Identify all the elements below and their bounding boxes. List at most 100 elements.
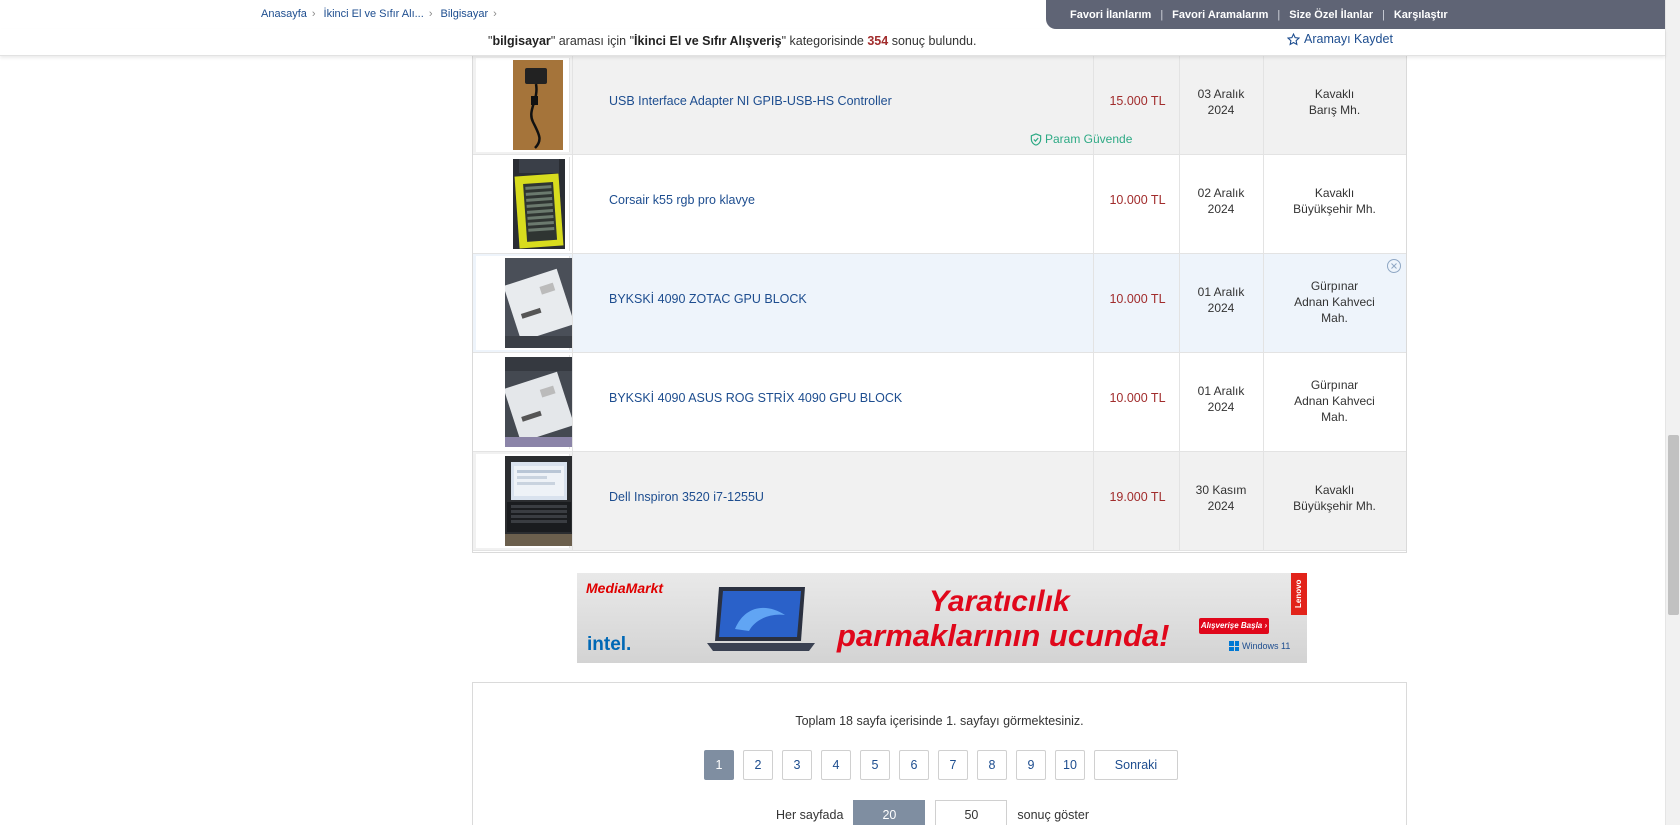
favorite-searches-link[interactable]: Favori Aramalarım [1172, 9, 1268, 21]
per-page-suffix: sonuç göster [1017, 808, 1089, 822]
listing-location-line: Gürpınar [1310, 279, 1359, 293]
listing-row[interactable]: USB Interface Adapter NI GPIB-USB-HS Con… [473, 56, 1406, 155]
listing-location: Gürpınar Adnan Kahveci Mah. [1263, 377, 1406, 425]
listing-date-year: 2024 [1207, 202, 1235, 216]
listing-row[interactable]: Corsair k55 rgb pro klavye 10.000 TL 02 … [473, 155, 1406, 254]
favorite-listings-link[interactable]: Favori İlanlarım [1070, 9, 1151, 21]
listing-location: Kavaklı Barış Mh. [1263, 86, 1406, 118]
page-info: Toplam 18 sayfa içerisinde 1. sayfayı gö… [795, 714, 1084, 728]
listing-date-day: 03 Aralık [1197, 87, 1245, 101]
column-divider [1093, 353, 1094, 452]
laptop-image [707, 587, 815, 651]
page-button-4[interactable]: 4 [821, 750, 851, 780]
listing-date-day: 30 Kasım [1195, 483, 1247, 497]
breadcrumb-subcategory[interactable]: Bilgisayar [440, 8, 488, 20]
save-search-button[interactable]: Aramayı Kaydet [1287, 32, 1393, 46]
advertisement-banner[interactable]: MediaMarkt intel. Yaratıcılık parmakları… [577, 573, 1307, 663]
column-divider [572, 452, 573, 551]
listing-date: 01 Aralık 2024 [1179, 284, 1263, 316]
listing-date: 01 Aralık 2024 [1179, 383, 1263, 415]
listing-title[interactable]: BYKSKİ 4090 ZOTAC GPU BLOCK [609, 292, 807, 306]
listing-title[interactable]: USB Interface Adapter NI GPIB-USB-HS Con… [609, 94, 892, 108]
column-divider [572, 353, 573, 452]
listing-date-year: 2024 [1207, 400, 1235, 414]
breadcrumb-chevron-icon: › [311, 8, 316, 20]
page-button-10[interactable]: 10 [1055, 750, 1085, 780]
listing-date-day: 02 Aralık [1197, 186, 1245, 200]
page-button-1[interactable]: 1 [704, 750, 734, 780]
breadcrumb-home[interactable]: Anasayfa [261, 8, 307, 20]
listing-date-day: 01 Aralık [1197, 384, 1245, 398]
listing-thumbnail[interactable] [476, 256, 573, 350]
search-category: İkinci El ve Sıfır Alışveriş [634, 34, 782, 48]
listing-title[interactable]: Corsair k55 rgb pro klavye [609, 193, 755, 207]
scrollbar-thumb[interactable] [1668, 435, 1679, 615]
listing-date-year: 2024 [1207, 499, 1235, 513]
shop-now-button[interactable]: Alışverişe Başla › [1199, 618, 1269, 634]
page-button-5[interactable]: 5 [860, 750, 890, 780]
banner-headline-2: parmaklarının ucunda! [837, 618, 1170, 653]
listing-title[interactable]: BYKSKİ 4090 ASUS ROG STRİX 4090 GPU BLOC… [609, 391, 902, 405]
page-button-3[interactable]: 3 [782, 750, 812, 780]
divider: | [1382, 8, 1385, 21]
listing-thumbnail[interactable] [476, 58, 570, 152]
listing-price: 10.000 TL [1109, 193, 1166, 207]
page-button-9[interactable]: 9 [1016, 750, 1046, 780]
windows-icon [1229, 641, 1239, 651]
breadcrumb-chevron-icon: › [428, 8, 433, 20]
listing-location-line: Mah. [1321, 410, 1348, 424]
listing-location-line: Kavaklı [1314, 483, 1355, 497]
usb-adapter-photo [513, 60, 563, 150]
column-divider [572, 155, 573, 254]
listing-location-line: Büyükşehir Mh. [1293, 499, 1376, 513]
pagination-panel: Toplam 18 sayfa içerisinde 1. sayfayı gö… [472, 682, 1407, 825]
column-divider [1093, 452, 1094, 551]
banner-headline-1: Yaratıcılık [929, 585, 1070, 618]
personalized-listings-link[interactable]: Size Özel İlanlar [1289, 9, 1373, 21]
column-divider [1093, 56, 1094, 155]
search-summary: "bilgisayar" araması için "İkinci El ve … [488, 34, 977, 48]
listing-location-line: Adnan Kahveci [1294, 394, 1375, 408]
windows-label: Windows 11 [1242, 641, 1291, 651]
listing-thumbnail[interactable] [476, 454, 573, 548]
page-button-8[interactable]: 8 [977, 750, 1007, 780]
listing-date-year: 2024 [1207, 301, 1235, 315]
search-query: bilgisayar [492, 34, 551, 48]
per-page-20-button[interactable]: 20 [853, 800, 926, 825]
secure-payment-label: Param Güvende [1045, 132, 1133, 146]
laptop-photo [505, 456, 573, 546]
listing-location-line: Büyükşehir Mh. [1293, 202, 1376, 216]
listing-price: 10.000 TL [1109, 391, 1166, 405]
listing-table: USB Interface Adapter NI GPIB-USB-HS Con… [472, 56, 1407, 553]
column-divider [1093, 254, 1094, 353]
listing-date: 03 Aralık 2024 [1179, 86, 1263, 118]
search-summary-category-suffix: kategorisinde [789, 34, 864, 48]
column-divider [572, 254, 573, 353]
page-button-7[interactable]: 7 [938, 750, 968, 780]
listing-row[interactable]: BYKSKİ 4090 ASUS ROG STRİX 4090 GPU BLOC… [473, 353, 1406, 452]
page-scrollbar[interactable] [1665, 0, 1680, 825]
per-page-50-button[interactable]: 50 [935, 800, 1008, 825]
listing-thumbnail[interactable] [476, 157, 570, 251]
top-bar: Anasayfa › İkinci El ve Sıfır Alı... › Bilgi… [0, 0, 1665, 29]
breadcrumb-category[interactable]: İkinci El ve Sıfır Alı... [324, 8, 424, 20]
compare-link[interactable]: Karşılaştır [1394, 9, 1448, 21]
page-button-2[interactable]: 2 [743, 750, 773, 780]
column-divider [572, 56, 573, 155]
listing-row[interactable]: Dell Inspiron 3520 i7-1255U 19.000 TL 30… [473, 452, 1406, 551]
result-count: 354 [867, 34, 889, 48]
windows-11-logo: Windows 11 [1229, 641, 1290, 651]
star-icon [1287, 32, 1300, 46]
secure-payment-badge: Param Güvende [1030, 132, 1132, 146]
listing-location-line: Adnan Kahveci [1294, 295, 1375, 309]
search-summary-suffix: sonuç bulundu. [891, 34, 977, 48]
listing-title[interactable]: Dell Inspiron 3520 i7-1255U [609, 490, 764, 504]
listing-location-line: Kavaklı [1314, 87, 1355, 101]
listing-row[interactable]: BYKSKİ 4090 ZOTAC GPU BLOCK 10.000 TL 01… [473, 254, 1406, 353]
next-page-button[interactable]: Sonraki [1094, 750, 1178, 780]
listing-thumbnail[interactable] [476, 355, 573, 449]
keyboard-photo [513, 159, 565, 249]
remove-listing-icon[interactable] [1386, 258, 1402, 274]
page-button-6[interactable]: 6 [899, 750, 929, 780]
column-divider [1093, 155, 1094, 254]
